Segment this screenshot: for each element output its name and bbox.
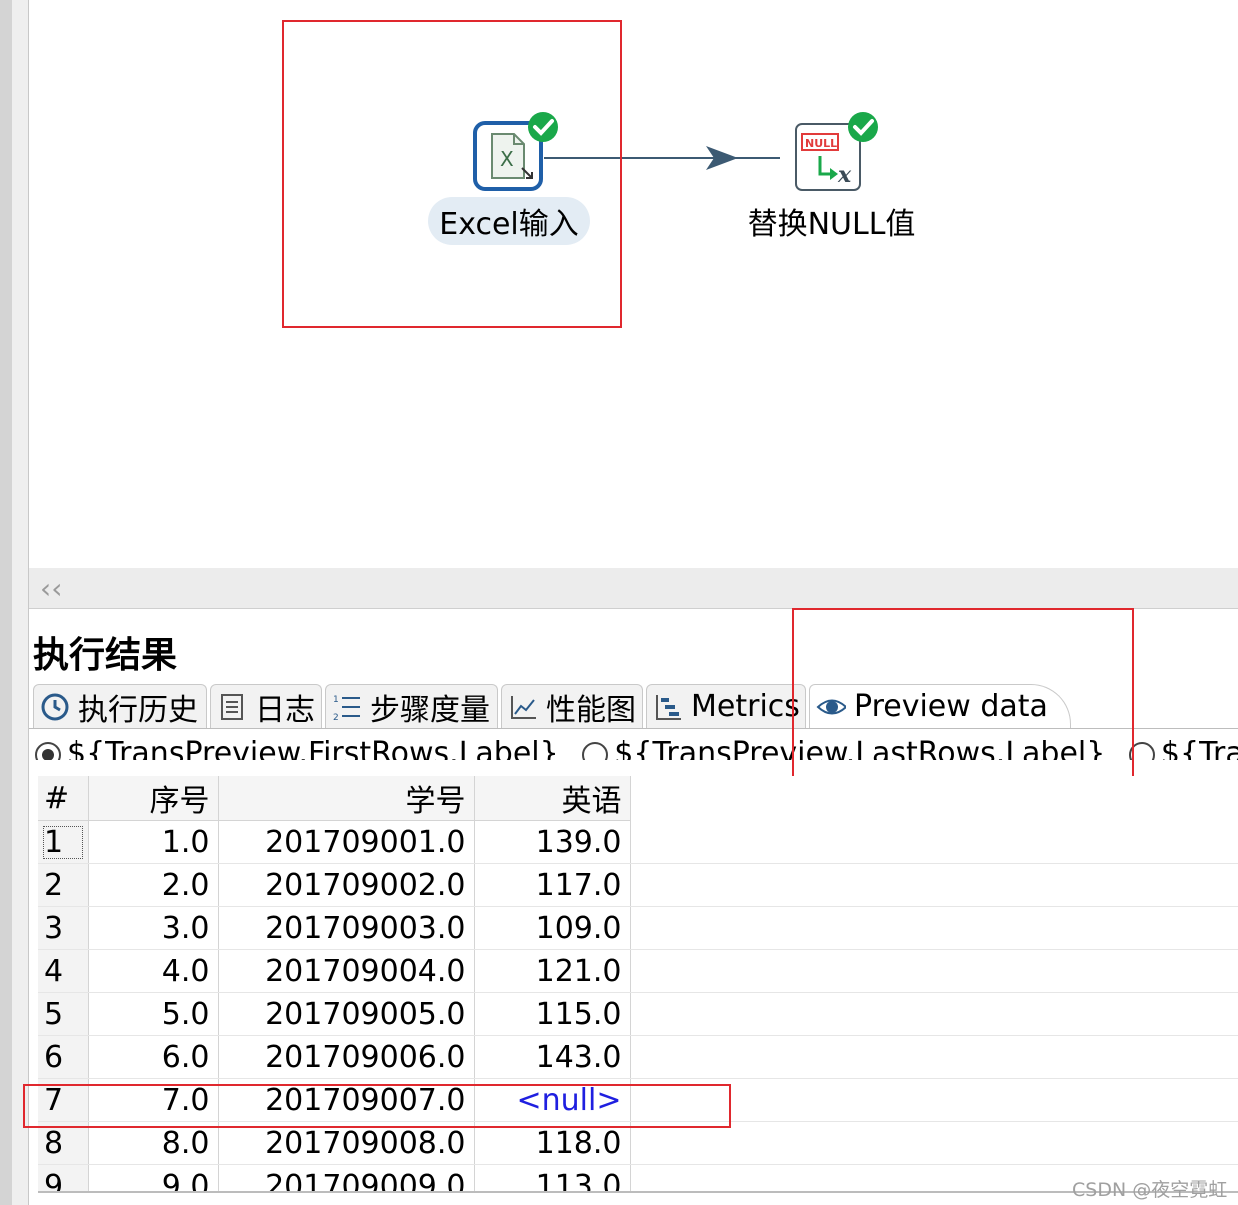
preview-data-table[interactable]: # 序号 学号 英语 1 1.0 201709001.0 139.0 2 2.0… [38, 776, 1238, 1193]
table-row[interactable]: 4 4.0 201709004.0 121.0 [38, 949, 1238, 993]
cell-student-id: 201709006.0 [218, 1035, 475, 1079]
row-number: 9 [38, 1164, 89, 1191]
column-header-empty [630, 776, 1238, 821]
cell-student-id: 201709002.0 [218, 863, 475, 907]
tab-performance-chart[interactable]: 性能图 [501, 684, 643, 728]
cell-english: 113.0 [474, 1164, 631, 1191]
log-document-icon [217, 692, 247, 722]
cell-english: 143.0 [474, 1035, 631, 1079]
highlight-box-excel-step [282, 20, 622, 328]
table-row[interactable]: 6 6.0 201709006.0 143.0 [38, 1035, 1238, 1079]
table-header-row: # 序号 学号 英语 [38, 776, 1238, 821]
row-number: 5 [38, 992, 89, 1036]
cell-english: 139.0 [474, 820, 631, 864]
step-metrics-list-icon: 12 [332, 692, 362, 722]
column-header-english[interactable]: 英语 [474, 776, 631, 821]
column-header-student-id[interactable]: 学号 [218, 776, 475, 821]
cell-english: 117.0 [474, 863, 631, 907]
cell-seq: 6.0 [88, 1035, 219, 1079]
performance-chart-icon [508, 692, 538, 722]
cell-english: 121.0 [474, 949, 631, 993]
cell-english: 109.0 [474, 906, 631, 950]
metrics-gantt-icon [653, 692, 683, 722]
radio-last-rows[interactable] [582, 742, 609, 760]
row-number: 4 [38, 949, 89, 993]
tab-metrics[interactable]: Metrics [646, 684, 806, 728]
column-header-rownum[interactable]: # [38, 776, 89, 821]
column-header-seq[interactable]: 序号 [88, 776, 219, 821]
step-label-replace-null[interactable]: 替换NULL值 [744, 197, 919, 245]
cell-seq: 1.0 [88, 820, 219, 864]
table-row[interactable]: 3 3.0 201709003.0 109.0 [38, 906, 1238, 950]
table-row[interactable]: 1 1.0 201709001.0 139.0 [38, 820, 1238, 864]
cell-seq: 3.0 [88, 906, 219, 950]
cell-seq: 5.0 [88, 992, 219, 1036]
results-panel-title: 执行结果 [33, 635, 178, 676]
table-row[interactable]: 2 2.0 201709002.0 117.0 [38, 863, 1238, 907]
cell-seq: 4.0 [88, 949, 219, 993]
cell-student-id: 201709003.0 [218, 906, 475, 950]
table-row[interactable]: 5 5.0 201709005.0 115.0 [38, 992, 1238, 1036]
cell-student-id: 201709009.0 [218, 1164, 475, 1191]
left-panel-splitter[interactable] [12, 0, 29, 1205]
highlight-box-null-row [23, 1084, 731, 1128]
row-number: 3 [38, 906, 89, 950]
highlight-box-preview-tab [792, 608, 1134, 785]
cell-student-id: 201709001.0 [218, 820, 475, 864]
row-number: 6 [38, 1035, 89, 1079]
tab-log[interactable]: 日志 [210, 684, 322, 728]
svg-text:2: 2 [333, 713, 339, 722]
svg-text:1: 1 [333, 695, 339, 705]
cell-student-id: 201709005.0 [218, 992, 475, 1036]
row-number: 2 [38, 863, 89, 907]
radio-first-rows[interactable] [35, 742, 61, 760]
data-grid: # 序号 学号 英语 1 1.0 201709001.0 139.0 2 2.0… [38, 776, 1238, 1191]
history-clock-icon [40, 692, 70, 722]
canvas-horizontal-scrollbar[interactable] [29, 568, 1238, 609]
cell-english: 115.0 [474, 992, 631, 1036]
cell-student-id: 201709004.0 [218, 949, 475, 993]
table-row[interactable]: 9 9.0 201709009.0 113.0 [38, 1164, 1238, 1191]
svg-text:x: x [837, 162, 852, 188]
cell-seq: 2.0 [88, 863, 219, 907]
left-panel-edge [0, 0, 12, 1205]
svg-text:NULL: NULL [805, 137, 837, 150]
transformation-canvas[interactable] [29, 0, 1238, 568]
watermark-text: CSDN @夜空霓虹 [1072, 1179, 1228, 1201]
tab-step-metrics[interactable]: 12 步骤度量 [325, 684, 498, 728]
row-number: 1 [38, 820, 89, 864]
cell-seq: 9.0 [88, 1164, 219, 1191]
scroll-left-chevron-icon[interactable]: ‹‹ [40, 572, 62, 605]
status-ok-check-icon [848, 112, 878, 142]
tab-execution-history[interactable]: 执行历史 [33, 684, 207, 728]
